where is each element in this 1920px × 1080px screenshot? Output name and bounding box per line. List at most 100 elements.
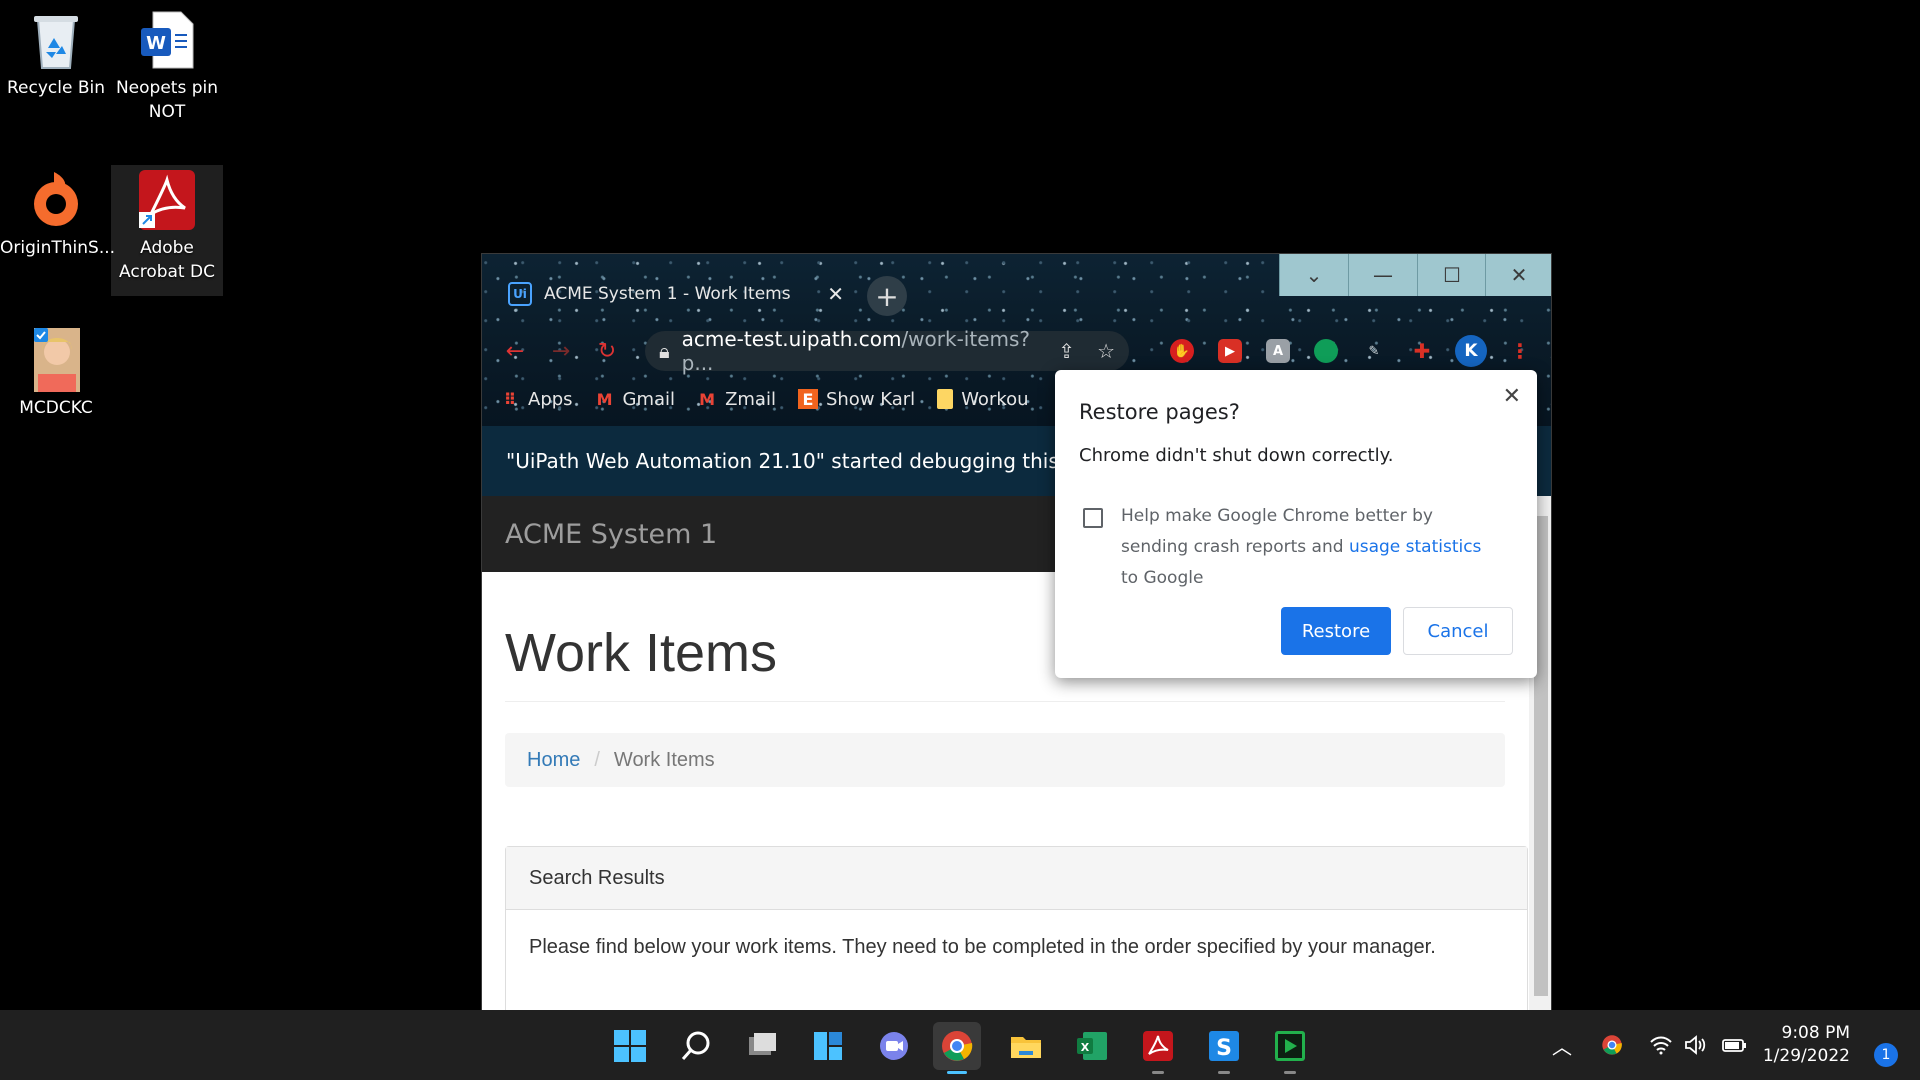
address-bar[interactable]: 🔒︎ acme-test.uipath.com/work-items?p... …	[645, 327, 1129, 375]
restore-button[interactable]: Restore	[1281, 607, 1391, 655]
chrome-tray-icon[interactable]	[1601, 1010, 1623, 1080]
usage-statistics-link[interactable]: usage statistics	[1349, 537, 1481, 557]
desktop-icon-label: MCDCKC	[19, 398, 93, 418]
bookmark-star-icon[interactable]: ☆	[1097, 339, 1115, 363]
gmail-icon: M	[596, 389, 613, 409]
new-tab-button[interactable]: +	[867, 276, 907, 316]
bookmark-apps[interactable]: ⠿ Apps	[500, 389, 573, 410]
breadcrumb: Home / Work Items	[505, 733, 1505, 787]
app-s-button[interactable]: S	[1200, 1022, 1248, 1074]
extension-adblock-icon[interactable]: ✋	[1170, 339, 1194, 363]
show-hidden-icons-chevron-icon[interactable]: ︿	[1552, 1010, 1572, 1080]
crash-reports-label: Help make Google Chrome better by sendin…	[1121, 506, 1482, 588]
play-icon	[1275, 1031, 1305, 1061]
tab-title: ACME System 1 - Work Items	[544, 284, 791, 304]
active-indicator	[947, 1071, 967, 1074]
dialog-message: Chrome didn't shut down correctly.	[1079, 445, 1394, 466]
battery-icon[interactable]	[1721, 1010, 1747, 1080]
maximize-button[interactable]: ☐	[1417, 254, 1486, 296]
chrome-menu-icon[interactable]: ⋮	[1508, 339, 1532, 363]
reload-icon[interactable]: ↻	[592, 336, 622, 366]
uipath-favicon-icon: Ui	[508, 282, 532, 306]
word-document-icon: W	[135, 8, 199, 72]
bookmarks-bar: ⠿ Apps M Gmail M Zmail E Show Karl Worko…	[500, 384, 1029, 414]
running-indicator	[1152, 1071, 1164, 1074]
desktop-icon-recycle-bin[interactable]: Recycle Bin	[0, 8, 112, 100]
page-title: Work Items	[505, 623, 778, 683]
panel-heading: Search Results	[506, 847, 1527, 910]
share-icon[interactable]: ⇪	[1058, 339, 1075, 363]
restore-pages-dialog: Restore pages? ✕ Chrome didn't shut down…	[1055, 370, 1537, 678]
cancel-button[interactable]: Cancel	[1403, 607, 1513, 655]
chrome-icon	[942, 1031, 973, 1061]
folder-icon	[1011, 1037, 1041, 1058]
clock-date: 1/29/2022	[1762, 1046, 1850, 1066]
apps-grid-icon: ⠿	[503, 389, 517, 409]
tab-search-button[interactable]: ⌄	[1279, 254, 1348, 296]
file-explorer-button[interactable]	[1002, 1022, 1050, 1070]
widgets-button[interactable]	[804, 1022, 852, 1070]
extensions-puzzle-icon[interactable]: ✚	[1410, 339, 1434, 363]
recycle-bin-icon	[24, 8, 88, 72]
search-button[interactable]	[672, 1022, 720, 1070]
start-button[interactable]	[606, 1022, 654, 1070]
app-brand[interactable]: ACME System 1	[505, 519, 717, 550]
system-clock[interactable]: 9:08 PM 1/29/2022	[1763, 1022, 1850, 1068]
excel-button[interactable]: X	[1068, 1022, 1116, 1070]
breadcrumb-home-link[interactable]: Home	[527, 749, 580, 772]
svg-text:S: S	[1216, 1036, 1232, 1061]
tab-acme-work-items[interactable]: Ui ACME System 1 - Work Items ✕	[496, 272, 856, 316]
desktop-icon-label: Neopets pin	[115, 78, 219, 98]
panel-body: Please find below your work items. They …	[529, 936, 1436, 958]
notification-badge[interactable]: 1	[1874, 1043, 1898, 1067]
photo-thumbnail-icon	[24, 328, 88, 392]
close-icon[interactable]: ✕	[1503, 384, 1521, 409]
divider	[505, 701, 1505, 702]
search-results-panel: Search Results Please find below your wo…	[505, 846, 1528, 1011]
bookmark-zmail[interactable]: M Zmail	[697, 389, 776, 410]
chrome-taskbar-button[interactable]	[933, 1022, 981, 1074]
bookmark-show-karl[interactable]: E Show Karl	[797, 389, 915, 410]
media-app-button[interactable]	[1266, 1022, 1314, 1074]
bookmark-gmail[interactable]: M Gmail	[595, 389, 675, 410]
widgets-icon	[814, 1032, 842, 1060]
folder-icon	[937, 389, 954, 409]
url-host: acme-test.uipath.com	[681, 327, 902, 351]
desktop-icon-mcdckc[interactable]: MCDCKC	[0, 328, 112, 420]
s-app-icon: S	[1209, 1031, 1239, 1061]
desktop-icon-acrobat[interactable]: Adobe Acrobat DC	[111, 165, 223, 296]
extension-green-icon[interactable]	[1314, 339, 1338, 363]
gmail-icon: M	[699, 389, 716, 409]
minimize-button[interactable]: —	[1348, 254, 1417, 296]
acrobat-icon	[135, 168, 199, 232]
close-window-button[interactable]: ✕	[1485, 254, 1551, 296]
task-view-button[interactable]	[738, 1022, 786, 1070]
desktop-icon-label-line2: NOT	[148, 102, 186, 122]
extension-red-icon[interactable]: ▶	[1218, 339, 1242, 363]
svg-text:W: W	[146, 33, 166, 54]
task-view-icon	[749, 1033, 776, 1055]
crash-reports-checkbox[interactable]	[1083, 508, 1103, 528]
desktop-icon-label: OriginThinS...	[0, 238, 116, 258]
profile-avatar[interactable]: K	[1455, 335, 1487, 367]
back-arrow-icon[interactable]: ←	[500, 336, 530, 366]
extension-gray-icon[interactable]: A	[1266, 339, 1290, 363]
origin-icon	[24, 168, 88, 232]
wifi-icon[interactable]	[1649, 1010, 1673, 1080]
bookmark-workout[interactable]: Workou	[937, 389, 1029, 410]
acrobat-icon	[1143, 1031, 1173, 1061]
teams-chat-button[interactable]	[870, 1022, 918, 1070]
windows-start-icon	[614, 1030, 646, 1062]
desktop-icon-origin[interactable]: OriginThinS...	[0, 168, 116, 260]
debug-message: "UiPath Web Automation 21.10" started de…	[506, 449, 1146, 473]
volume-icon[interactable]	[1684, 1010, 1708, 1080]
breadcrumb-current: Work Items	[613, 748, 715, 771]
extension-pen-icon[interactable]: ✎	[1362, 339, 1386, 363]
forward-arrow-icon[interactable]: →	[546, 336, 576, 366]
svg-text:X: X	[1081, 1041, 1090, 1054]
tab-close-icon[interactable]: ✕	[827, 282, 844, 306]
clock-time: 9:08 PM	[1781, 1023, 1851, 1043]
desktop-icon-neopets-doc[interactable]: W Neopets pin NOT	[111, 8, 223, 124]
desktop-icon-label: Adobe	[140, 238, 194, 258]
acrobat-taskbar-button[interactable]	[1134, 1022, 1182, 1074]
